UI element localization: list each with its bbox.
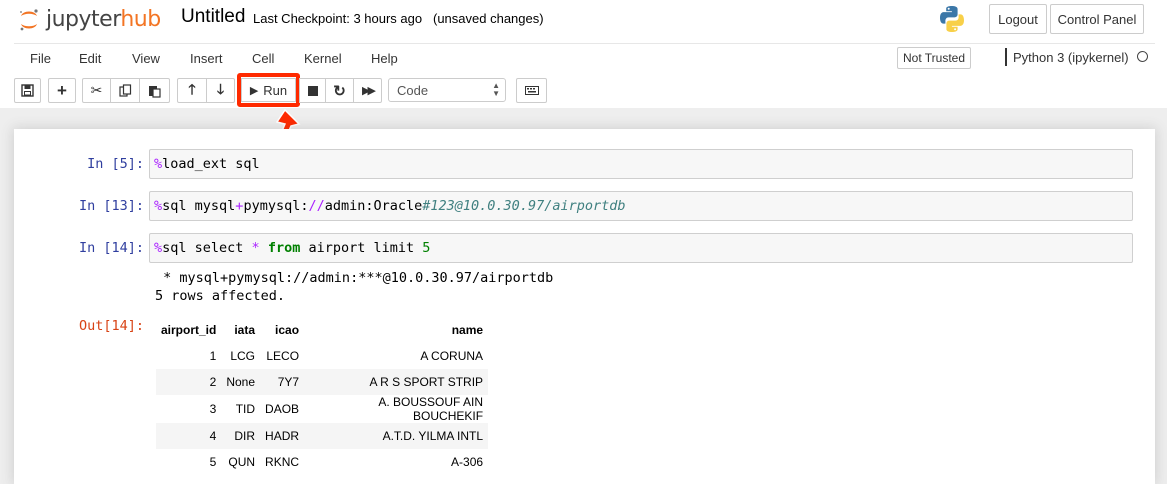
code-cell-input[interactable]: %sql mysql+pymysql://admin:Oracle#123@10… — [149, 191, 1133, 221]
checkpoint-status: Last Checkpoint: 3 hours ago — [253, 11, 423, 26]
restart-run-all-button[interactable]: ▶▶ — [353, 78, 382, 103]
plus-icon: + — [57, 81, 67, 100]
cell-prompt: In [13]: — [78, 198, 144, 214]
table-cell: RKNC — [265, 455, 300, 469]
table-cell: HADR — [260, 423, 305, 449]
cell-prompt: In [14]: — [78, 240, 144, 256]
keyboard-icon — [524, 86, 539, 95]
restart-button[interactable]: ↻ — [325, 78, 354, 103]
output-stdout-line: * mysql+pymysql://admin:***@10.0.30.97/a… — [155, 270, 554, 286]
table-cell: 5 — [209, 455, 217, 469]
column-header: name — [304, 317, 489, 343]
kernel-name[interactable]: Python 3 (ipykernel) — [1013, 50, 1129, 65]
table-cell: DAOB — [265, 402, 300, 416]
table-cell: LCG — [230, 349, 256, 363]
table-row: 5 QUN RKNC A-306 — [156, 449, 488, 475]
menu-help[interactable]: Help — [371, 51, 398, 66]
table-cell: A. BOUSSOUF AIN BOUCHEKIF — [378, 395, 484, 423]
table-row: 2 None 7Y7 A R S SPORT STRIP — [156, 369, 489, 395]
table-row: 3 TID DAOB A. BOUSSOUF AIN BOUCHEKIF — [156, 395, 488, 423]
insert-cell-button[interactable]: + — [48, 78, 76, 103]
restart-icon: ↻ — [333, 82, 346, 100]
output-stdout-line: 5 rows affected. — [155, 288, 286, 304]
move-up-button[interactable]: 🡑 — [177, 78, 207, 103]
paste-button[interactable] — [139, 78, 170, 103]
command-palette-button[interactable] — [516, 78, 547, 103]
menubar: File Edit View Insert Cell Kernel Help — [14, 43, 1155, 73]
control-panel-button[interactable]: Control Panel — [1050, 4, 1144, 34]
python-logo-icon — [940, 6, 964, 32]
table-cell: A.T.D. YILMA INTL — [304, 423, 489, 449]
paste-icon — [149, 85, 161, 98]
column-header: airport_id — [156, 317, 222, 343]
header: jupyterhub Untitled Last Checkpoint: 3 h… — [0, 0, 1167, 108]
cell-type-value: Code — [397, 82, 429, 98]
autosave-status: (unsaved changes) — [433, 11, 544, 26]
table-cell: 2 — [156, 369, 222, 395]
jupyterhub-logo[interactable]: jupyterhub — [18, 6, 161, 34]
arrow-up-icon: 🡑 — [188, 80, 196, 97]
output-prompt: Out[14]: — [78, 318, 144, 334]
menu-file[interactable]: File — [30, 51, 51, 66]
table-header-row: airport_id iata icao name — [156, 317, 489, 343]
move-down-button[interactable]: 🡓 — [206, 78, 235, 103]
scissors-icon: ✂ — [90, 82, 103, 98]
menu-edit[interactable]: Edit — [79, 51, 101, 66]
cell-type-select[interactable]: Code ▲ ▼ — [388, 78, 506, 102]
kernel-separator — [1005, 48, 1007, 66]
run-button-highlight — [237, 73, 300, 107]
menu-insert[interactable]: Insert — [190, 51, 223, 66]
table-cell: None — [221, 369, 261, 395]
trust-status-button[interactable]: Not Trusted — [897, 47, 971, 69]
table-cell: A-306 — [451, 455, 484, 469]
column-header: iata — [221, 317, 261, 343]
copy-icon — [118, 84, 131, 97]
table-cell: 4 — [156, 423, 222, 449]
menu-kernel[interactable]: Kernel — [304, 51, 342, 66]
table-cell: QUN — [228, 455, 256, 469]
table-cell: DIR — [221, 423, 261, 449]
select-arrows-icon: ▲ ▼ — [492, 81, 500, 98]
table-cell: A CORUNA — [420, 349, 484, 363]
table-row: 4 DIR HADR A.T.D. YILMA INTL — [156, 423, 489, 449]
table-cell: 3 — [209, 402, 217, 416]
jupyter-logo-icon — [20, 9, 38, 31]
menu-cell[interactable]: Cell — [252, 51, 274, 66]
arrow-down-icon: 🡓 — [216, 80, 225, 97]
code-cell-input[interactable]: %sql select * from airport limit 5 — [149, 233, 1133, 263]
floppy-icon — [21, 84, 34, 97]
table-cell: TID — [235, 402, 256, 416]
code-cell-input[interactable]: %load_ext sql — [149, 149, 1133, 179]
column-header: icao — [260, 317, 305, 343]
copy-button[interactable] — [110, 78, 140, 103]
save-button[interactable] — [14, 78, 41, 103]
table-cell: A R S SPORT STRIP — [304, 369, 489, 395]
table-row: 1 LCG LECO A CORUNA — [156, 343, 488, 369]
cell-prompt: In [5]: — [87, 156, 144, 172]
logout-button[interactable]: Logout — [989, 4, 1047, 34]
table-cell: 7Y7 — [260, 369, 305, 395]
stop-icon — [307, 85, 318, 96]
notebook-name[interactable]: Untitled — [181, 6, 245, 28]
interrupt-button[interactable] — [299, 78, 326, 103]
fast-forward-icon: ▶▶ — [362, 85, 376, 97]
table-cell: 1 — [209, 349, 217, 363]
menu-view[interactable]: View — [132, 51, 160, 66]
table-cell: LECO — [266, 349, 300, 363]
result-table: airport_id iata icao name 1 LCG LECO A C… — [156, 317, 489, 475]
kernel-idle-icon — [1137, 51, 1148, 62]
logo-text: jupyterhub — [46, 7, 161, 32]
cut-button[interactable]: ✂ — [82, 78, 111, 103]
